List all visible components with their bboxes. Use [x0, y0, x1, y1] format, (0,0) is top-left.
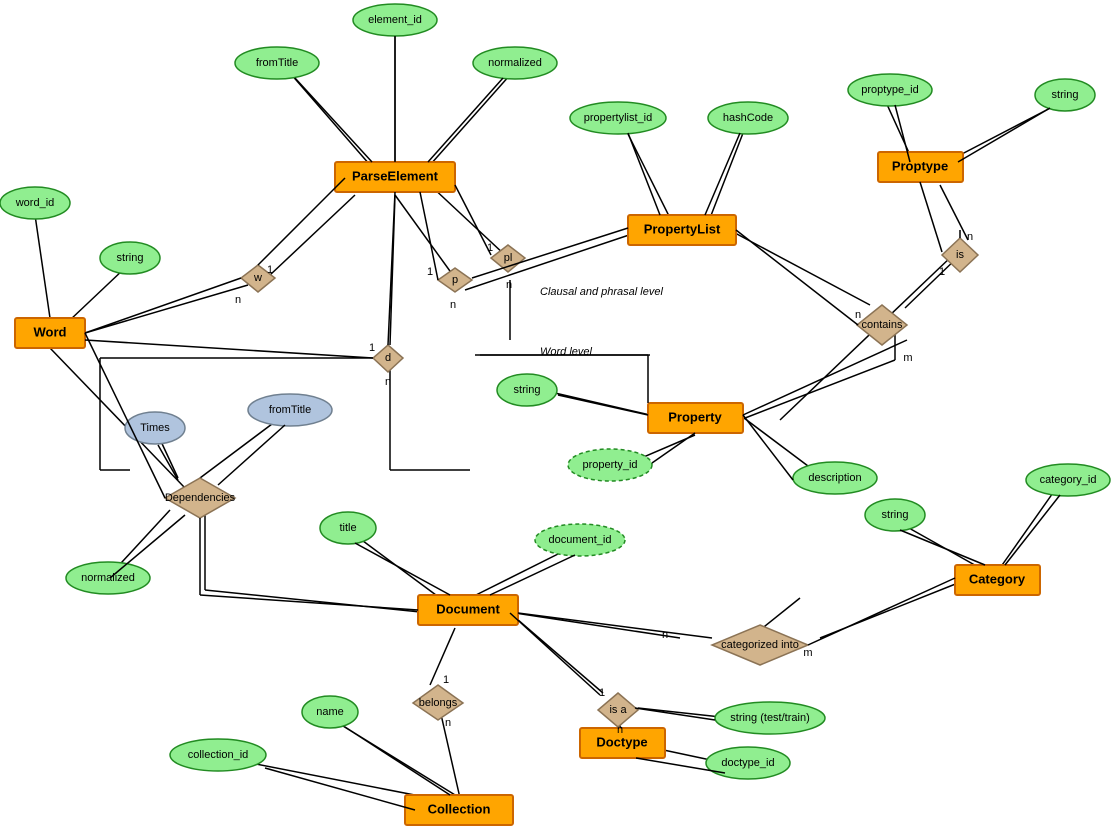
- rel-p-label: p: [452, 274, 458, 286]
- entity-word-label: Word: [34, 324, 67, 339]
- card-belongs-1: 1: [443, 674, 449, 686]
- attr-string-test-train-label: string (test/train): [730, 712, 809, 724]
- diagram-svg: .entity-rect { fill: #FFA500; stroke: #C…: [0, 0, 1118, 835]
- card-is-1: 1: [939, 266, 945, 278]
- card-d-1: 1: [369, 342, 375, 354]
- card-w-parseelement: 1: [267, 264, 273, 276]
- card-is-n: n: [967, 231, 973, 243]
- entity-collection-label: Collection: [428, 801, 491, 816]
- card-contains-n: n: [855, 309, 861, 321]
- attr-hashcode-label: hashCode: [723, 112, 773, 124]
- rel-dependencies-label: Dependencies: [165, 492, 236, 504]
- attr-normalized-top-label: normalized: [488, 57, 542, 69]
- card-p-1: 1: [427, 266, 433, 278]
- entity-document-label: Document: [436, 601, 500, 616]
- entity-parseelement-label: ParseElement: [352, 168, 439, 183]
- attr-doctype-id-label: doctype_id: [721, 757, 774, 769]
- role-fromtitle-label: fromTitle: [269, 404, 311, 416]
- entity-property-label: Property: [668, 409, 722, 424]
- attr-collection-id-label: collection_id: [188, 749, 249, 761]
- role-times-label: Times: [140, 422, 170, 434]
- er-diagram: .entity-rect { fill: #FFA500; stroke: #C…: [0, 0, 1118, 835]
- attr-word-id-label: word_id: [15, 197, 55, 209]
- card-p-n: n: [450, 299, 456, 311]
- rel-contains-label: contains: [862, 319, 903, 331]
- attr-document-id-label: document_id: [549, 534, 612, 546]
- rel-is-label: is: [956, 249, 964, 261]
- rel-w-label: w: [253, 272, 262, 284]
- entity-propertylist-label: PropertyList: [644, 221, 721, 236]
- entity-proptype-label: Proptype: [892, 158, 948, 173]
- rel-belongs-label: belongs: [419, 697, 458, 709]
- attr-name-label: name: [316, 706, 344, 718]
- card-contains-m: m: [903, 352, 912, 364]
- attr-normalized-dep-label: normalized: [81, 572, 135, 584]
- attr-word-string-label: string: [117, 252, 144, 264]
- card-isa-n: n: [617, 724, 623, 736]
- card-isa-1: 1: [599, 687, 605, 699]
- rel-pl-label: pl: [504, 252, 513, 264]
- card-cat-m: m: [803, 647, 812, 659]
- card-pl-n: n: [506, 279, 512, 291]
- rel-is-a-label: is a: [609, 704, 627, 716]
- attr-category-string-label: string: [882, 509, 909, 521]
- attr-property-id-label: property_id: [582, 459, 637, 471]
- label-clausal-phrasal: Clausal and phrasal level: [540, 286, 663, 298]
- entity-category-label: Category: [969, 571, 1026, 586]
- attr-description-label: description: [808, 472, 861, 484]
- attr-element-id-label: element_id: [368, 14, 422, 26]
- attr-propertylist-id-label: propertylist_id: [584, 112, 652, 124]
- rel-d-label: d: [385, 352, 391, 364]
- attr-proptype-id-label: proptype_id: [861, 84, 919, 96]
- attr-property-string-label: string: [514, 384, 541, 396]
- attr-title-label: title: [339, 522, 356, 534]
- attr-proptype-string-label: string: [1052, 89, 1079, 101]
- card-belongs-n: n: [445, 717, 451, 729]
- entity-doctype-label: Doctype: [596, 734, 647, 749]
- card-d-n: n: [385, 376, 391, 388]
- card-cat-n: n: [662, 629, 668, 641]
- attr-fromtitle-top-label: fromTitle: [256, 57, 298, 69]
- card-w-word: n: [235, 294, 241, 306]
- attr-category-id-label: category_id: [1040, 474, 1097, 486]
- label-word-level: Word level: [540, 346, 593, 358]
- rel-categorized-into-label: categorized into: [721, 639, 799, 651]
